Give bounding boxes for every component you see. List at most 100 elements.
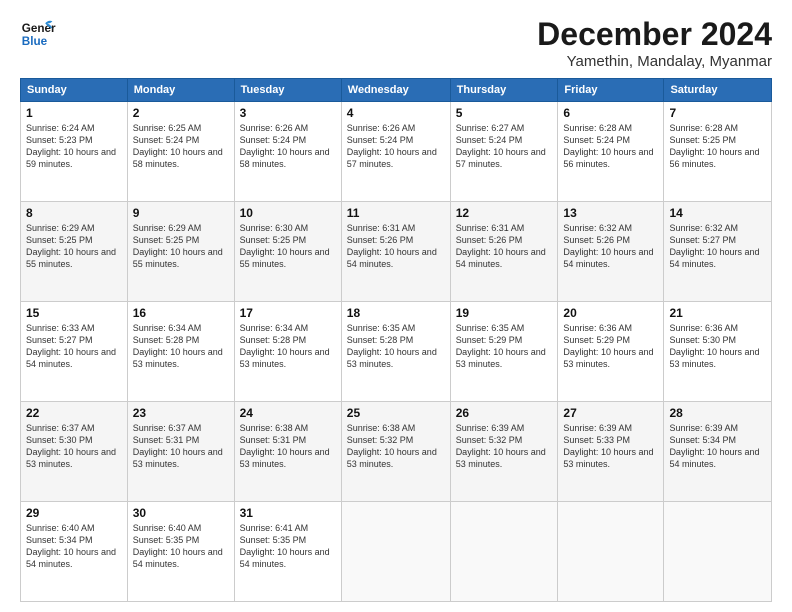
- day-number: 13: [563, 206, 658, 220]
- day-info: Sunrise: 6:26 AMSunset: 5:24 PMDaylight:…: [347, 122, 445, 171]
- header: General Blue December 2024 Yamethin, Man…: [20, 16, 772, 70]
- calendar-cell: [450, 502, 558, 602]
- day-number: 2: [133, 106, 229, 120]
- calendar-cell: [341, 502, 450, 602]
- day-info: Sunrise: 6:38 AMSunset: 5:31 PMDaylight:…: [240, 422, 336, 471]
- calendar-cell: 6 Sunrise: 6:28 AMSunset: 5:24 PMDayligh…: [558, 102, 664, 202]
- calendar-cell: 25 Sunrise: 6:38 AMSunset: 5:32 PMDaylig…: [341, 402, 450, 502]
- day-info: Sunrise: 6:24 AMSunset: 5:23 PMDaylight:…: [26, 122, 122, 171]
- day-info: Sunrise: 6:28 AMSunset: 5:25 PMDaylight:…: [669, 122, 766, 171]
- day-number: 28: [669, 406, 766, 420]
- calendar-cell: 22 Sunrise: 6:37 AMSunset: 5:30 PMDaylig…: [21, 402, 128, 502]
- day-info: Sunrise: 6:38 AMSunset: 5:32 PMDaylight:…: [347, 422, 445, 471]
- svg-text:Blue: Blue: [22, 35, 48, 48]
- day-number: 26: [456, 406, 553, 420]
- day-number: 1: [26, 106, 122, 120]
- calendar-cell: [664, 502, 772, 602]
- calendar-header-sunday: Sunday: [21, 79, 128, 102]
- calendar-cell: 26 Sunrise: 6:39 AMSunset: 5:32 PMDaylig…: [450, 402, 558, 502]
- day-number: 31: [240, 506, 336, 520]
- calendar-cell: [558, 502, 664, 602]
- day-number: 27: [563, 406, 658, 420]
- day-info: Sunrise: 6:32 AMSunset: 5:27 PMDaylight:…: [669, 222, 766, 271]
- calendar-cell: 17 Sunrise: 6:34 AMSunset: 5:28 PMDaylig…: [234, 302, 341, 402]
- calendar-cell: 7 Sunrise: 6:28 AMSunset: 5:25 PMDayligh…: [664, 102, 772, 202]
- day-info: Sunrise: 6:36 AMSunset: 5:29 PMDaylight:…: [563, 322, 658, 371]
- calendar-cell: 29 Sunrise: 6:40 AMSunset: 5:34 PMDaylig…: [21, 502, 128, 602]
- day-number: 30: [133, 506, 229, 520]
- day-info: Sunrise: 6:25 AMSunset: 5:24 PMDaylight:…: [133, 122, 229, 171]
- day-number: 21: [669, 306, 766, 320]
- location: Yamethin, Mandalay, Myanmar: [537, 53, 772, 70]
- calendar-cell: 28 Sunrise: 6:39 AMSunset: 5:34 PMDaylig…: [664, 402, 772, 502]
- calendar-table: SundayMondayTuesdayWednesdayThursdayFrid…: [20, 78, 772, 602]
- day-info: Sunrise: 6:26 AMSunset: 5:24 PMDaylight:…: [240, 122, 336, 171]
- day-info: Sunrise: 6:30 AMSunset: 5:25 PMDaylight:…: [240, 222, 336, 271]
- calendar-header-saturday: Saturday: [664, 79, 772, 102]
- day-number: 10: [240, 206, 336, 220]
- calendar-cell: 9 Sunrise: 6:29 AMSunset: 5:25 PMDayligh…: [127, 202, 234, 302]
- calendar-cell: 4 Sunrise: 6:26 AMSunset: 5:24 PMDayligh…: [341, 102, 450, 202]
- day-number: 24: [240, 406, 336, 420]
- day-info: Sunrise: 6:27 AMSunset: 5:24 PMDaylight:…: [456, 122, 553, 171]
- day-number: 18: [347, 306, 445, 320]
- day-number: 20: [563, 306, 658, 320]
- day-number: 29: [26, 506, 122, 520]
- day-number: 5: [456, 106, 553, 120]
- calendar-cell: 30 Sunrise: 6:40 AMSunset: 5:35 PMDaylig…: [127, 502, 234, 602]
- day-info: Sunrise: 6:41 AMSunset: 5:35 PMDaylight:…: [240, 522, 336, 571]
- day-number: 12: [456, 206, 553, 220]
- calendar-cell: 1 Sunrise: 6:24 AMSunset: 5:23 PMDayligh…: [21, 102, 128, 202]
- day-info: Sunrise: 6:29 AMSunset: 5:25 PMDaylight:…: [133, 222, 229, 271]
- day-info: Sunrise: 6:33 AMSunset: 5:27 PMDaylight:…: [26, 322, 122, 371]
- calendar-cell: 24 Sunrise: 6:38 AMSunset: 5:31 PMDaylig…: [234, 402, 341, 502]
- day-number: 11: [347, 206, 445, 220]
- day-info: Sunrise: 6:29 AMSunset: 5:25 PMDaylight:…: [26, 222, 122, 271]
- day-number: 23: [133, 406, 229, 420]
- day-info: Sunrise: 6:37 AMSunset: 5:30 PMDaylight:…: [26, 422, 122, 471]
- day-number: 16: [133, 306, 229, 320]
- day-info: Sunrise: 6:39 AMSunset: 5:32 PMDaylight:…: [456, 422, 553, 471]
- month-title: December 2024: [537, 16, 772, 53]
- title-block: December 2024 Yamethin, Mandalay, Myanma…: [537, 16, 772, 70]
- calendar-cell: 18 Sunrise: 6:35 AMSunset: 5:28 PMDaylig…: [341, 302, 450, 402]
- day-info: Sunrise: 6:40 AMSunset: 5:35 PMDaylight:…: [133, 522, 229, 571]
- day-number: 14: [669, 206, 766, 220]
- day-number: 6: [563, 106, 658, 120]
- calendar-cell: 10 Sunrise: 6:30 AMSunset: 5:25 PMDaylig…: [234, 202, 341, 302]
- calendar-cell: 11 Sunrise: 6:31 AMSunset: 5:26 PMDaylig…: [341, 202, 450, 302]
- calendar-week-2: 8 Sunrise: 6:29 AMSunset: 5:25 PMDayligh…: [21, 202, 772, 302]
- day-info: Sunrise: 6:32 AMSunset: 5:26 PMDaylight:…: [563, 222, 658, 271]
- day-number: 22: [26, 406, 122, 420]
- calendar-cell: 16 Sunrise: 6:34 AMSunset: 5:28 PMDaylig…: [127, 302, 234, 402]
- calendar-cell: 14 Sunrise: 6:32 AMSunset: 5:27 PMDaylig…: [664, 202, 772, 302]
- calendar-week-3: 15 Sunrise: 6:33 AMSunset: 5:27 PMDaylig…: [21, 302, 772, 402]
- calendar-cell: 20 Sunrise: 6:36 AMSunset: 5:29 PMDaylig…: [558, 302, 664, 402]
- calendar-header-tuesday: Tuesday: [234, 79, 341, 102]
- calendar-week-1: 1 Sunrise: 6:24 AMSunset: 5:23 PMDayligh…: [21, 102, 772, 202]
- page: General Blue December 2024 Yamethin, Man…: [0, 0, 792, 612]
- calendar-header-wednesday: Wednesday: [341, 79, 450, 102]
- day-info: Sunrise: 6:37 AMSunset: 5:31 PMDaylight:…: [133, 422, 229, 471]
- day-info: Sunrise: 6:39 AMSunset: 5:33 PMDaylight:…: [563, 422, 658, 471]
- day-number: 8: [26, 206, 122, 220]
- calendar-cell: 27 Sunrise: 6:39 AMSunset: 5:33 PMDaylig…: [558, 402, 664, 502]
- day-number: 25: [347, 406, 445, 420]
- calendar-cell: 5 Sunrise: 6:27 AMSunset: 5:24 PMDayligh…: [450, 102, 558, 202]
- calendar-header-friday: Friday: [558, 79, 664, 102]
- day-info: Sunrise: 6:31 AMSunset: 5:26 PMDaylight:…: [456, 222, 553, 271]
- calendar-cell: 31 Sunrise: 6:41 AMSunset: 5:35 PMDaylig…: [234, 502, 341, 602]
- calendar-header-monday: Monday: [127, 79, 234, 102]
- day-info: Sunrise: 6:39 AMSunset: 5:34 PMDaylight:…: [669, 422, 766, 471]
- day-number: 4: [347, 106, 445, 120]
- calendar-cell: 23 Sunrise: 6:37 AMSunset: 5:31 PMDaylig…: [127, 402, 234, 502]
- calendar-cell: 15 Sunrise: 6:33 AMSunset: 5:27 PMDaylig…: [21, 302, 128, 402]
- day-info: Sunrise: 6:40 AMSunset: 5:34 PMDaylight:…: [26, 522, 122, 571]
- day-number: 3: [240, 106, 336, 120]
- calendar-cell: 8 Sunrise: 6:29 AMSunset: 5:25 PMDayligh…: [21, 202, 128, 302]
- calendar-week-5: 29 Sunrise: 6:40 AMSunset: 5:34 PMDaylig…: [21, 502, 772, 602]
- calendar-cell: 12 Sunrise: 6:31 AMSunset: 5:26 PMDaylig…: [450, 202, 558, 302]
- day-info: Sunrise: 6:36 AMSunset: 5:30 PMDaylight:…: [669, 322, 766, 371]
- day-number: 19: [456, 306, 553, 320]
- day-info: Sunrise: 6:31 AMSunset: 5:26 PMDaylight:…: [347, 222, 445, 271]
